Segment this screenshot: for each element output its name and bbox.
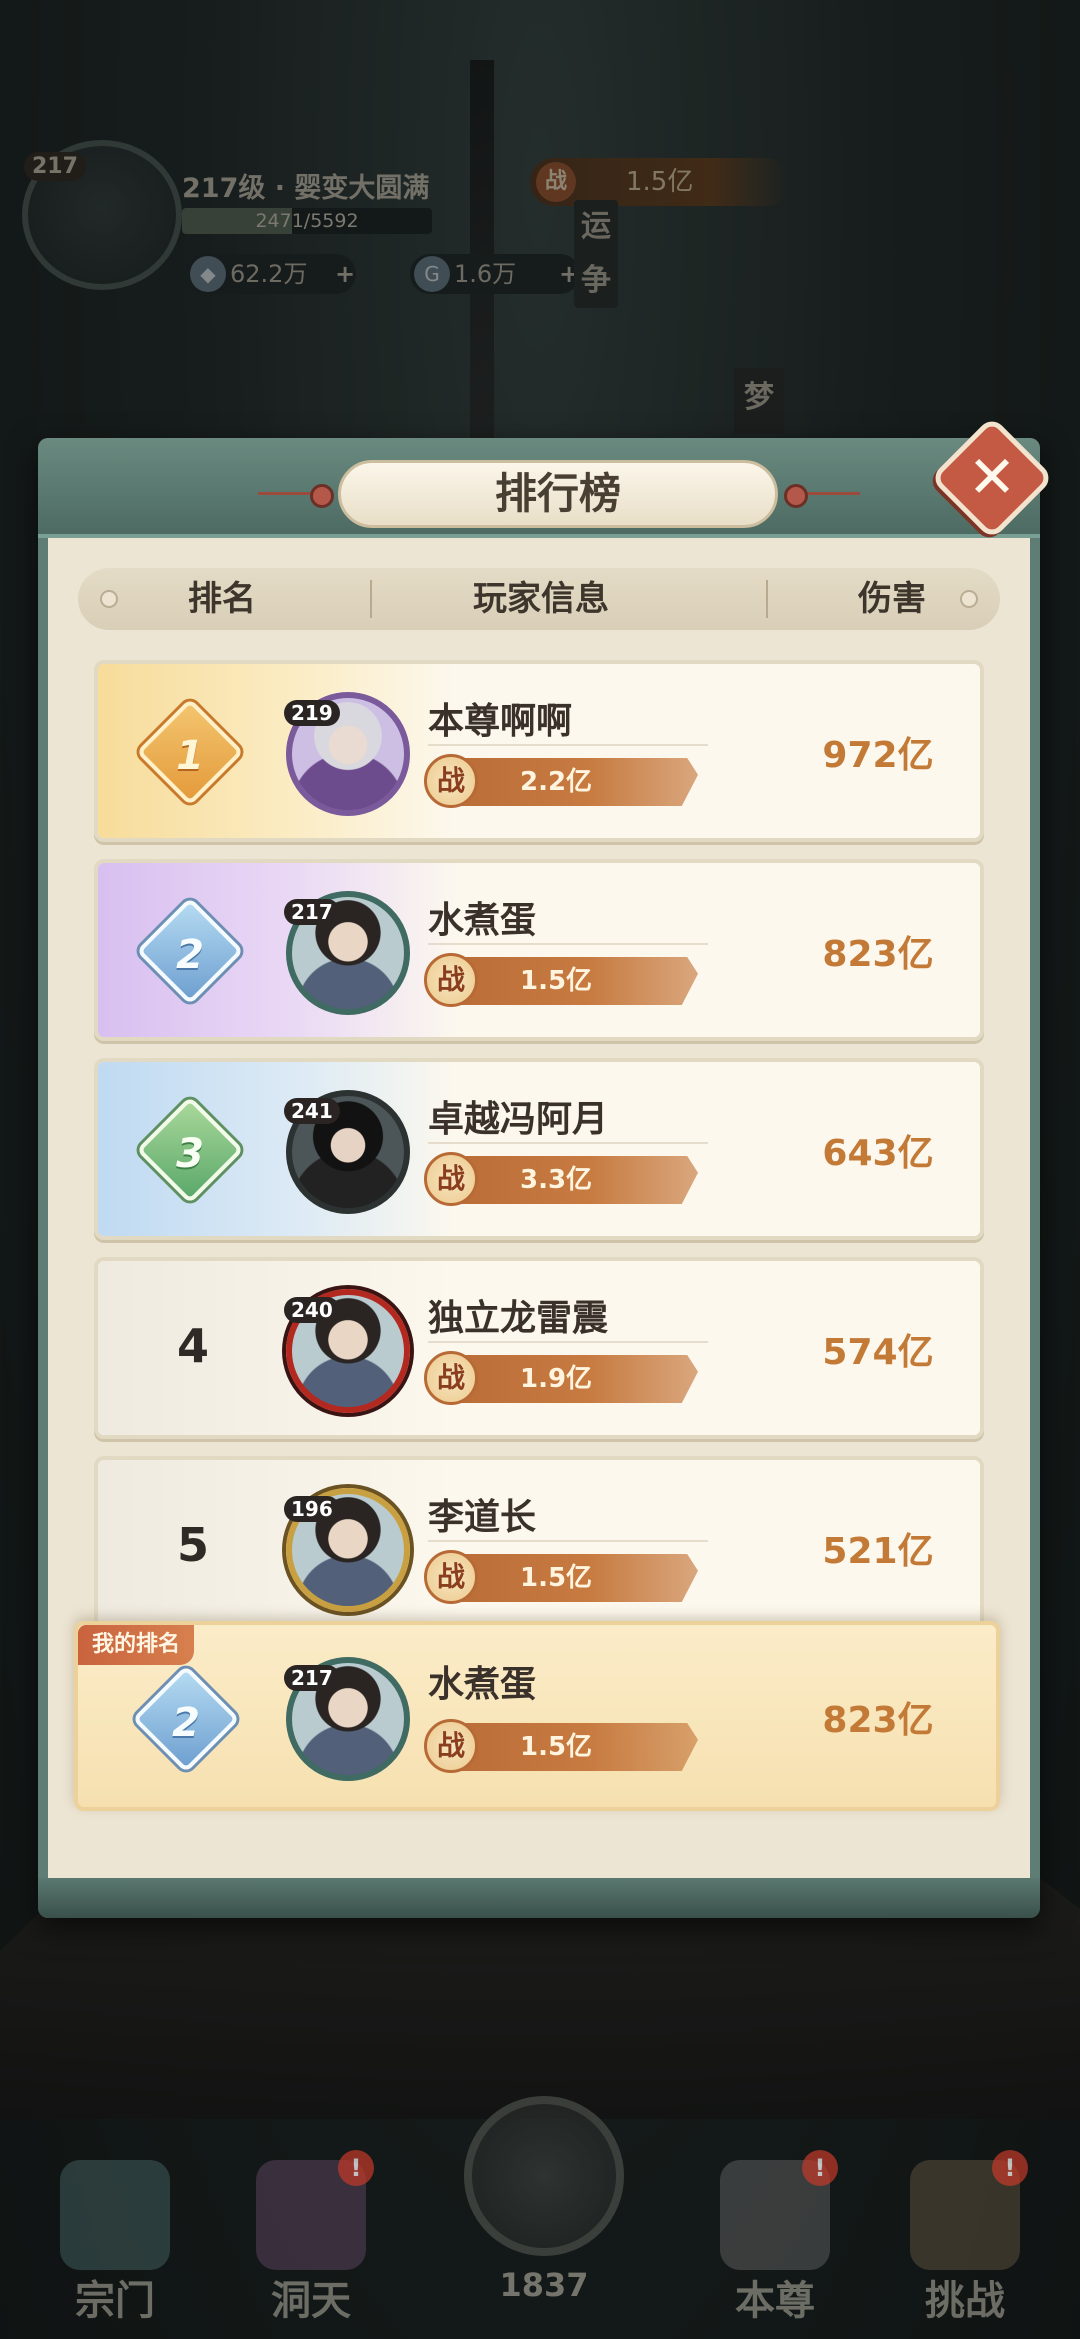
column-header-player-info: 玩家信息 [473, 579, 609, 619]
sect-icon [60, 2160, 170, 2270]
table-header: 排名 玩家信息 伤害 [78, 568, 1000, 630]
nav-label: 挑战 [925, 2278, 1005, 2324]
column-divider [766, 580, 768, 618]
player-avatar[interactable]: 219 [284, 692, 410, 816]
combat-power-icon: 战 [424, 1152, 478, 1206]
rope-knot-decoration [780, 484, 860, 508]
nav-label: 洞天 [271, 2278, 351, 2324]
player-avatar[interactable]: 241 [284, 1090, 410, 1214]
column-header-damage: 伤害 [858, 579, 926, 619]
leaderboard-dialog: 排行榜 ✕ 排名 玩家信息 伤害 1 219 本尊啊啊 2.2亿 战 972亿 … [38, 415, 1055, 1918]
rank-number: 5 [176, 1518, 209, 1572]
combat-power-icon: 战 [424, 1550, 478, 1604]
player-name: 李道长 [428, 1497, 537, 1538]
damage-value: 521亿 [822, 1531, 934, 1572]
damage-value: 823亿 [822, 1700, 934, 1741]
player-level: 240 [284, 1297, 340, 1323]
combat-power-icon: 战 [424, 1719, 478, 1773]
alert-badge: ! [338, 2150, 374, 2186]
rank-badge-silver: 2 [132, 1665, 240, 1773]
damage-value: 823亿 [822, 934, 934, 975]
rope-knot-decoration [258, 484, 338, 508]
my-rank-tag: 我的排名 [78, 1625, 195, 1665]
nav-label: 宗门 [75, 2278, 155, 2324]
player-avatar[interactable]: 217 [284, 1657, 410, 1781]
player-avatar[interactable]: 217 [284, 891, 410, 1015]
combat-power-icon: 战 [424, 754, 478, 808]
alert-badge: ! [992, 2150, 1028, 2186]
player-avatar[interactable]: 240 [284, 1289, 410, 1413]
player-name: 水煮蛋 [428, 900, 537, 941]
leaderboard-row[interactable]: 5 196 李道长 1.5亿 战 521亿 [94, 1456, 984, 1638]
center-count: 1837 [499, 2266, 589, 2304]
header-dot-decoration [960, 590, 978, 608]
my-rank-row[interactable]: 我的排名 2 217 水煮蛋 1.5亿 战 823亿 [74, 1621, 1000, 1811]
leaderboard-row[interactable]: 1 219 本尊啊啊 2.2亿 战 972亿 [94, 660, 984, 842]
player-level: 241 [284, 1098, 340, 1124]
player-name: 本尊啊啊 [428, 701, 573, 742]
nav-cave[interactable]: 洞天 ! [236, 2150, 386, 2330]
damage-value: 574亿 [822, 1332, 934, 1373]
damage-value: 643亿 [822, 1133, 934, 1174]
column-header-rank: 排名 [188, 579, 256, 619]
rank-number: 4 [176, 1319, 209, 1373]
dialog-title: 排行榜 [338, 460, 778, 528]
player-name: 独立龙雷震 [428, 1298, 609, 1339]
leaderboard-row[interactable]: 3 241 卓越冯阿月 3.3亿 战 643亿 [94, 1058, 984, 1240]
combat-power-icon: 战 [424, 953, 478, 1007]
player-level: 217 [284, 899, 340, 925]
close-icon: ✕ [967, 443, 1017, 511]
dialog-footer [38, 1878, 1040, 1918]
player-level: 219 [284, 700, 340, 726]
alert-badge: ! [802, 2150, 838, 2186]
center-action-button[interactable] [464, 2096, 624, 2256]
column-divider [370, 580, 372, 618]
leaderboard-row[interactable]: 4 240 独立龙雷震 1.9亿 战 574亿 [94, 1257, 984, 1439]
nav-label: 本尊 [735, 2278, 815, 2324]
player-name: 卓越冯阿月 [428, 1099, 609, 1140]
damage-value: 972亿 [822, 735, 934, 776]
nav-challenge[interactable]: 挑战 ! [890, 2150, 1040, 2330]
header-dot-decoration [100, 590, 118, 608]
player-level: 196 [284, 1496, 340, 1522]
player-avatar[interactable]: 196 [284, 1488, 410, 1612]
player-name: 水煮蛋 [428, 1664, 537, 1705]
nav-self[interactable]: 本尊 ! [700, 2150, 850, 2330]
combat-power-icon: 战 [424, 1351, 478, 1405]
player-level: 217 [284, 1665, 340, 1691]
leaderboard-row[interactable]: 2 217 水煮蛋 1.5亿 战 823亿 [94, 859, 984, 1041]
nav-sect[interactable]: 宗门 [40, 2150, 190, 2330]
